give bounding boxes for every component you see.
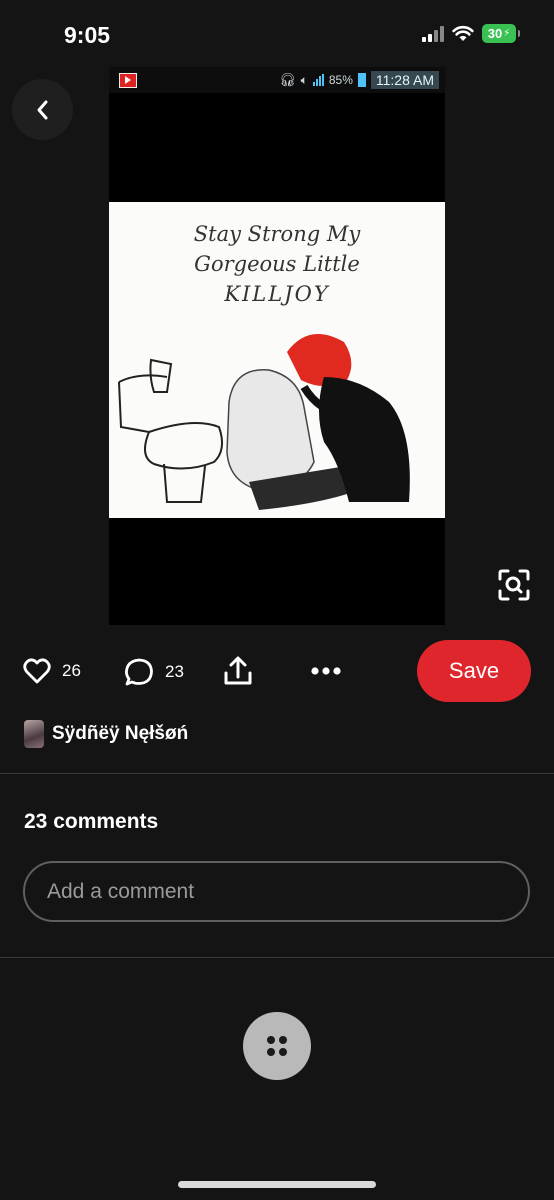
status-time: 9:05 — [64, 22, 111, 48]
share-button[interactable] — [223, 655, 253, 687]
pin-detail-screen: 9:05 30 ⚡ 🎧︎ 🔈︎ 85% 11:28 AM Stay Strong… — [0, 0, 554, 1200]
ellipsis-icon — [311, 667, 341, 675]
battery-indicator: 30 ⚡ — [482, 24, 520, 43]
back-button[interactable] — [12, 79, 73, 140]
image-battery-icon — [357, 73, 366, 87]
action-bar: 26 23 Save — [0, 640, 554, 704]
options-menu-button[interactable] — [243, 1012, 311, 1080]
artwork-illustration — [118, 334, 410, 510]
battery-level: 30 — [487, 26, 503, 41]
divider — [0, 957, 554, 958]
divider — [0, 773, 554, 774]
volume-icon: 🔈︎ — [300, 72, 308, 87]
comment-button[interactable]: 23 — [124, 657, 184, 687]
like-count: 26 — [62, 661, 81, 680]
author[interactable]: Sÿdñëÿ Nęłšøń — [24, 720, 188, 748]
comment-input[interactable] — [23, 861, 530, 922]
visual-search-button[interactable] — [494, 565, 534, 605]
artwork: Stay Strong My Gorgeous Little KILLJOY — [109, 202, 445, 518]
wifi-icon — [452, 25, 474, 41]
image-status-right: 🎧︎ 🔈︎ 85% 11:28 AM — [279, 71, 439, 89]
author-name[interactable]: Sÿdñëÿ Nęłšøń — [52, 723, 188, 745]
save-button[interactable]: Save — [417, 640, 531, 702]
comments-title: 23 comments — [24, 810, 159, 833]
cellular-signal-icon — [422, 25, 444, 42]
image-clock: 11:28 AM — [370, 71, 439, 89]
chevron-left-icon — [37, 100, 47, 119]
four-dots-icon — [267, 1036, 287, 1056]
headphones-icon: 🎧︎ — [279, 72, 296, 87]
like-button[interactable]: 26 — [23, 658, 81, 684]
share-icon — [224, 656, 252, 685]
heart-icon — [23, 658, 51, 684]
image-phone-status-bar: 🎧︎ 🔈︎ 85% 11:28 AM — [109, 67, 445, 93]
image-signal-icon — [312, 74, 324, 86]
status-icons: 30 ⚡ — [422, 24, 520, 43]
avatar[interactable] — [24, 720, 44, 748]
pin-image[interactable]: 🎧︎ 🔈︎ 85% 11:28 AM Stay Strong My Gorgeo… — [109, 67, 445, 625]
more-options-button[interactable] — [310, 666, 342, 676]
home-indicator[interactable] — [178, 1181, 376, 1188]
lens-search-icon — [498, 569, 530, 601]
speech-bubble-icon — [125, 658, 153, 686]
play-icon — [119, 72, 137, 88]
comment-count: 23 — [165, 662, 184, 681]
image-battery-percent: 85% — [328, 73, 353, 87]
